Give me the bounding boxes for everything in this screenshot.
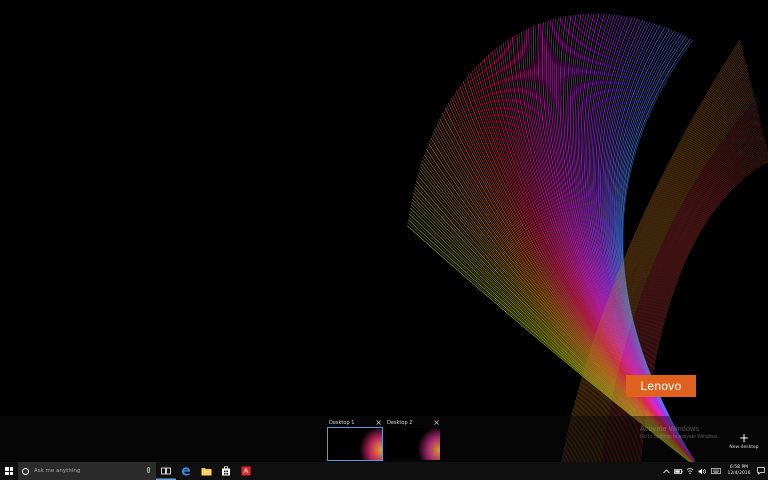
notification-icon <box>757 467 765 475</box>
search-box[interactable]: Ask me anything <box>18 462 156 480</box>
action-center-button[interactable] <box>754 462 768 480</box>
desktop-1-label: Desktop 1 <box>329 419 355 426</box>
new-desktop-label: New desktop <box>729 445 759 450</box>
system-tray: 6:58 PM 12/4/2016 <box>660 462 768 480</box>
battery-button[interactable] <box>672 462 684 480</box>
battery-icon <box>673 468 683 474</box>
new-desktop-button[interactable]: + New desktop <box>728 432 760 450</box>
volume-button[interactable] <box>696 462 708 480</box>
plus-icon: + <box>738 431 750 445</box>
close-icon[interactable]: × <box>375 418 382 427</box>
microphone-icon[interactable] <box>147 467 150 473</box>
edge-icon <box>182 467 190 476</box>
desktop-2-header: Desktop 2 × <box>386 418 442 427</box>
search-placeholder: Ask me anything <box>34 468 81 474</box>
file-explorer-button[interactable] <box>196 462 216 480</box>
network-button[interactable] <box>684 462 696 480</box>
virtual-desktop-1[interactable]: Desktop 1 × <box>327 418 384 462</box>
volume-icon <box>698 468 706 474</box>
desktop[interactable]: Lenovo Activate Windows Go to Settings t… <box>0 0 768 462</box>
lenovo-logo: Lenovo <box>626 375 696 397</box>
desktop-2-label: Desktop 2 <box>387 419 413 426</box>
red-app-button[interactable] <box>236 462 256 480</box>
network-icon <box>686 468 694 474</box>
red-app-icon <box>241 466 251 476</box>
chevron-up-icon <box>662 468 670 473</box>
close-icon[interactable]: × <box>433 418 440 427</box>
desktop-2-thumbnail[interactable] <box>386 428 440 460</box>
edge-button[interactable] <box>176 462 196 480</box>
thumbnail-feather <box>386 428 440 460</box>
task-view-button[interactable] <box>156 462 176 480</box>
store-button[interactable] <box>216 462 236 480</box>
desktop-1-thumbnail[interactable] <box>327 427 383 461</box>
file-explorer-icon <box>201 467 211 475</box>
windows-logo-icon <box>5 467 13 475</box>
clock-date: 12/4/2016 <box>727 471 751 476</box>
touch-keyboard-button[interactable] <box>708 462 724 480</box>
start-button[interactable] <box>0 462 18 480</box>
task-view-icon <box>161 467 171 475</box>
cortana-icon <box>22 467 29 475</box>
feather-strands <box>407 13 768 462</box>
show-hidden-icons-button[interactable] <box>660 462 672 480</box>
clock[interactable]: 6:58 PM 12/4/2016 <box>724 465 754 477</box>
task-view-strip: Desktop 1 × Desktop 2 × <box>0 416 768 462</box>
taskbar: Ask me anything 6:58 PM 12/4/2016 <box>0 462 768 480</box>
desktop-1-header: Desktop 1 × <box>328 418 384 427</box>
virtual-desktop-2[interactable]: Desktop 2 × <box>386 418 442 462</box>
thumbnail-feather <box>328 428 382 460</box>
store-icon <box>222 466 230 476</box>
keyboard-icon <box>711 468 721 474</box>
